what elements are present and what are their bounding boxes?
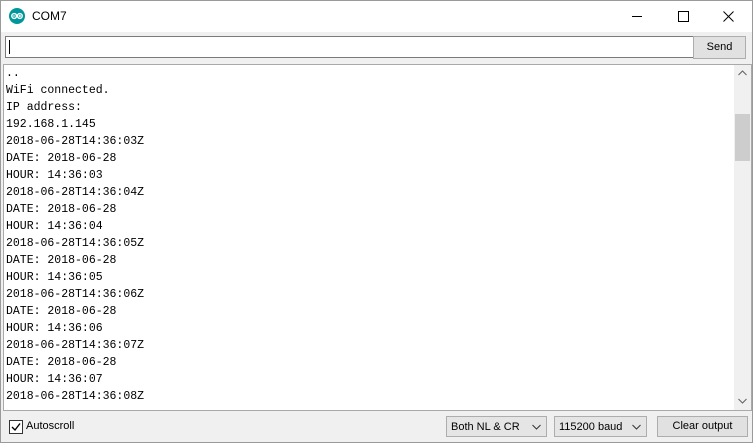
- output-line: 2018-06-28T14:36:07Z: [6, 339, 145, 352]
- clear-output-button[interactable]: Clear output: [657, 416, 748, 437]
- autoscroll-label[interactable]: Autoscroll: [26, 420, 74, 432]
- chevron-up-icon: [738, 70, 747, 76]
- scroll-down-button[interactable]: [734, 393, 751, 410]
- chevron-down-icon: [532, 424, 541, 430]
- output-line: HOUR: 14:36:06: [6, 322, 103, 335]
- output-line: 2018-06-28T14:36:04Z: [6, 186, 145, 199]
- output-line: 2018-06-28T14:36:08Z: [6, 390, 145, 403]
- output-line: 2018-06-28T14:36:06Z: [6, 288, 145, 301]
- line-ending-value: Both NL & CR: [451, 421, 520, 433]
- text-cursor: [9, 40, 10, 54]
- output-line: DATE: 2018-06-28: [6, 203, 117, 216]
- serial-output-area[interactable]: .. WiFi connected. IP address: 192.168.1.14…: [3, 64, 752, 411]
- close-button[interactable]: [706, 1, 752, 32]
- output-line: ..: [6, 67, 20, 80]
- chevron-down-icon: [738, 398, 747, 404]
- autoscroll-checkbox[interactable]: [9, 420, 23, 434]
- line-ending-select[interactable]: Both NL & CR: [446, 416, 547, 437]
- output-line: 192.168.1.145: [6, 118, 96, 131]
- arduino-logo-icon: [9, 8, 25, 24]
- bottom-toolbar: Autoscroll Both NL & CR 115200 baud Clea…: [1, 411, 752, 442]
- output-line: IP address:: [6, 101, 82, 114]
- title-bar: COM7: [1, 1, 752, 32]
- send-row: Send: [1, 32, 752, 62]
- output-line: DATE: 2018-06-28: [6, 152, 117, 165]
- scrollbar-thumb[interactable]: [735, 114, 750, 161]
- serial-monitor-window: COM7 Send .. WiFi connected. IP address: 19…: [0, 0, 753, 443]
- output-line: WiFi connected.: [6, 84, 110, 97]
- output-line: DATE: 2018-06-28: [6, 254, 117, 267]
- output-line: HOUR: 14:36:03: [6, 169, 103, 182]
- output-line: HOUR: 14:36:04: [6, 220, 103, 233]
- output-line: HOUR: 14:36:05: [6, 271, 103, 284]
- minimize-icon: [632, 16, 642, 17]
- output-lines: .. WiFi connected. IP address: 192.168.1.14…: [6, 65, 144, 405]
- vertical-scrollbar[interactable]: [734, 65, 751, 410]
- baud-rate-select[interactable]: 115200 baud: [554, 416, 647, 437]
- scroll-up-button[interactable]: [734, 65, 751, 82]
- checkmark-icon: [11, 423, 21, 432]
- baud-rate-value: 115200 baud: [559, 421, 623, 433]
- output-line: 2018-06-28T14:36:05Z: [6, 237, 145, 250]
- close-icon: [723, 11, 734, 22]
- window-title: COM7: [32, 9, 67, 23]
- maximize-button[interactable]: [661, 1, 707, 32]
- output-line: 2018-06-28T14:36:03Z: [6, 135, 145, 148]
- chevron-down-icon: [632, 424, 641, 430]
- output-line: DATE: 2018-06-28: [6, 356, 117, 369]
- output-line: DATE: 2018-06-28: [6, 305, 117, 318]
- send-button[interactable]: Send: [693, 36, 746, 59]
- serial-input-field[interactable]: [5, 36, 694, 58]
- minimize-button[interactable]: [615, 1, 661, 32]
- output-line: HOUR: 14:36:07: [6, 373, 103, 386]
- maximize-icon: [678, 11, 689, 22]
